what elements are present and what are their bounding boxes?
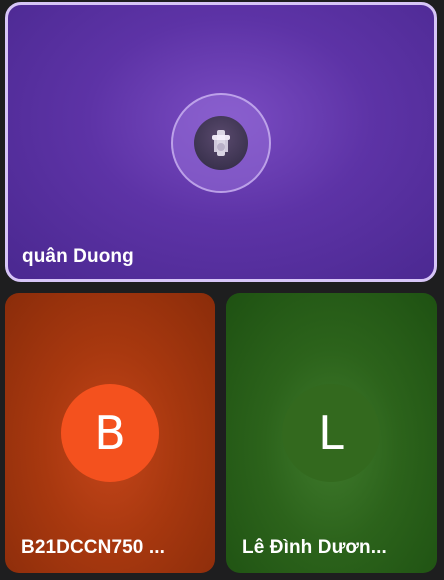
participant-tile[interactable]: L Lê Đình Dươn... <box>226 293 437 573</box>
video-call-grid: quân Duong B B21DCCN750 ... L Lê Đình Dư… <box>0 0 444 580</box>
participant-name: quân Duong <box>22 246 134 267</box>
participant-name: Lê Đình Dươn... <box>242 537 387 558</box>
participant-tile[interactable]: B B21DCCN750 ... <box>5 293 215 573</box>
participant-name: B21DCCN750 ... <box>21 537 165 558</box>
avatar-speaking-ring <box>171 93 271 193</box>
participant-tile-active-speaker[interactable]: quân Duong <box>5 2 437 282</box>
person-photo-icon <box>194 116 248 170</box>
avatar: L <box>282 384 380 482</box>
avatar: B <box>61 384 159 482</box>
